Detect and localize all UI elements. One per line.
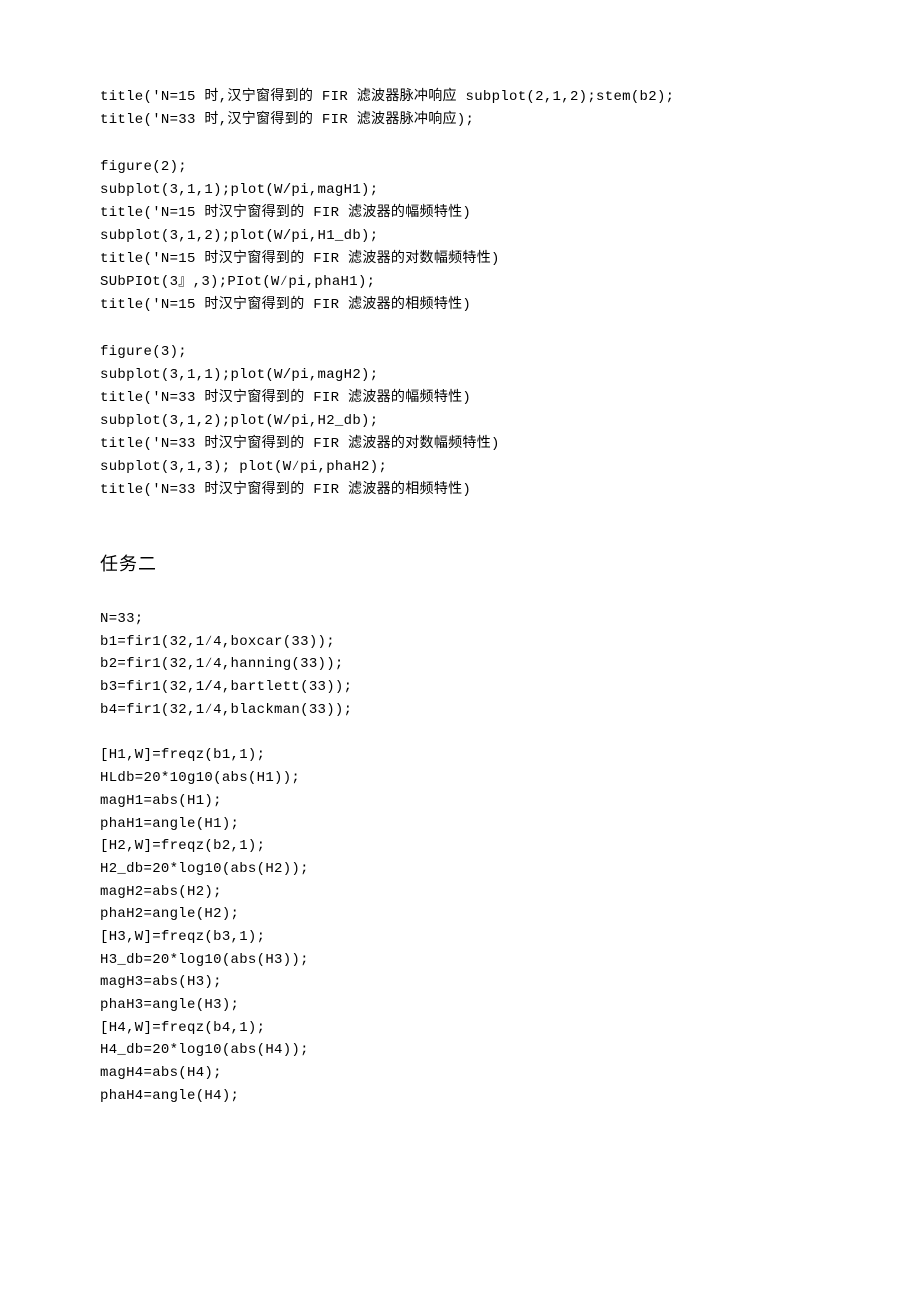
code-line: HLdb=20*10g10(abs(H1)); xyxy=(100,768,820,790)
code-line: H3_db=20*log10(abs(H3)); xyxy=(100,950,820,972)
code-line: figure(3); xyxy=(100,342,820,363)
code-line: title('N=15 时汉宁窗得到的 FIR 滤波器的幅频特性) xyxy=(100,203,820,224)
code-line: phaH1=angle(H1); xyxy=(100,814,820,836)
code-line: title('N=33 时汉宁窗得到的 FIR 滤波器的相频特性) xyxy=(100,480,820,501)
code-line: [H2,W]=freqz(b2,1); xyxy=(100,836,820,858)
spacer xyxy=(100,318,820,340)
code-line: [H1,W]=freqz(b1,1); xyxy=(100,745,820,767)
code-line: phaH3=angle(H3); xyxy=(100,995,820,1017)
code-line: N=33; xyxy=(100,609,820,631)
code-line: subplot(3,1,2);plot(W/pi,H1_db); xyxy=(100,226,820,247)
code-line: magH2=abs(H2); xyxy=(100,882,820,904)
code-line: figure(2); xyxy=(100,157,820,178)
code-line: b2=fir1(32,1∕4,hanning(33)); xyxy=(100,654,820,676)
code-line: subplot(3,1,2);plot(W/pi,H2_db); xyxy=(100,411,820,432)
spacer xyxy=(100,503,820,543)
code-block-3: figure(3); subplot(3,1,1);plot(W/pi,magH… xyxy=(100,342,820,501)
code-line: magH3=abs(H3); xyxy=(100,972,820,994)
code-line: H4_db=20*log10(abs(H4)); xyxy=(100,1040,820,1062)
code-line: [H3,W]=freqz(b3,1); xyxy=(100,927,820,949)
code-line: phaH4=angle(H4); xyxy=(100,1086,820,1108)
code-line: title('N=15 时汉宁窗得到的 FIR 滤波器的对数幅频特性) xyxy=(100,249,820,270)
code-line: [H4,W]=freqz(b4,1); xyxy=(100,1018,820,1040)
spacer xyxy=(100,722,820,744)
code-line: SUbPIOt(3』,3);PIot(W∕pi,phaH1); xyxy=(100,272,820,293)
code-line: b3=fir1(32,1/4,bartlett(33)); xyxy=(100,677,820,699)
code-line: subplot(3,1,1);plot(W/pi,magH2); xyxy=(100,365,820,386)
code-line: title('N=15 时,汉宁窗得到的 FIR 滤波器脉冲响应 subplot… xyxy=(100,87,820,108)
code-line: subplot(3,1,3); plot(W∕pi,phaH2); xyxy=(100,457,820,478)
spacer xyxy=(100,133,820,155)
code-line: title('N=33 时汉宁窗得到的 FIR 滤波器的对数幅频特性) xyxy=(100,434,820,455)
code-line: b1=fir1(32,1∕4,boxcar(33)); xyxy=(100,632,820,654)
code-line: title('N=33 时,汉宁窗得到的 FIR 滤波器脉冲响应); xyxy=(100,110,820,131)
code-line: b4=fir1(32,1∕4,blackman(33)); xyxy=(100,700,820,722)
code-line: subplot(3,1,1);plot(W/pi,magH1); xyxy=(100,180,820,201)
code-block-1: title('N=15 时,汉宁窗得到的 FIR 滤波器脉冲响应 subplot… xyxy=(100,87,820,131)
code-block-2: figure(2); subplot(3,1,1);plot(W/pi,magH… xyxy=(100,157,820,316)
section-heading-task-two: 任务二 xyxy=(100,551,820,578)
code-line: magH4=abs(H4); xyxy=(100,1063,820,1085)
code-block-5: [H1,W]=freqz(b1,1); HLdb=20*10g10(abs(H1… xyxy=(100,745,820,1107)
code-line: title('N=33 时汉宁窗得到的 FIR 滤波器的幅频特性) xyxy=(100,388,820,409)
code-line: phaH2=angle(H2); xyxy=(100,904,820,926)
code-block-4: N=33; b1=fir1(32,1∕4,boxcar(33)); b2=fir… xyxy=(100,609,820,721)
spacer xyxy=(100,586,820,608)
code-line: magH1=abs(H1); xyxy=(100,791,820,813)
code-line: H2_db=20*log10(abs(H2)); xyxy=(100,859,820,881)
code-line: title('N=15 时汉宁窗得到的 FIR 滤波器的相频特性) xyxy=(100,295,820,316)
